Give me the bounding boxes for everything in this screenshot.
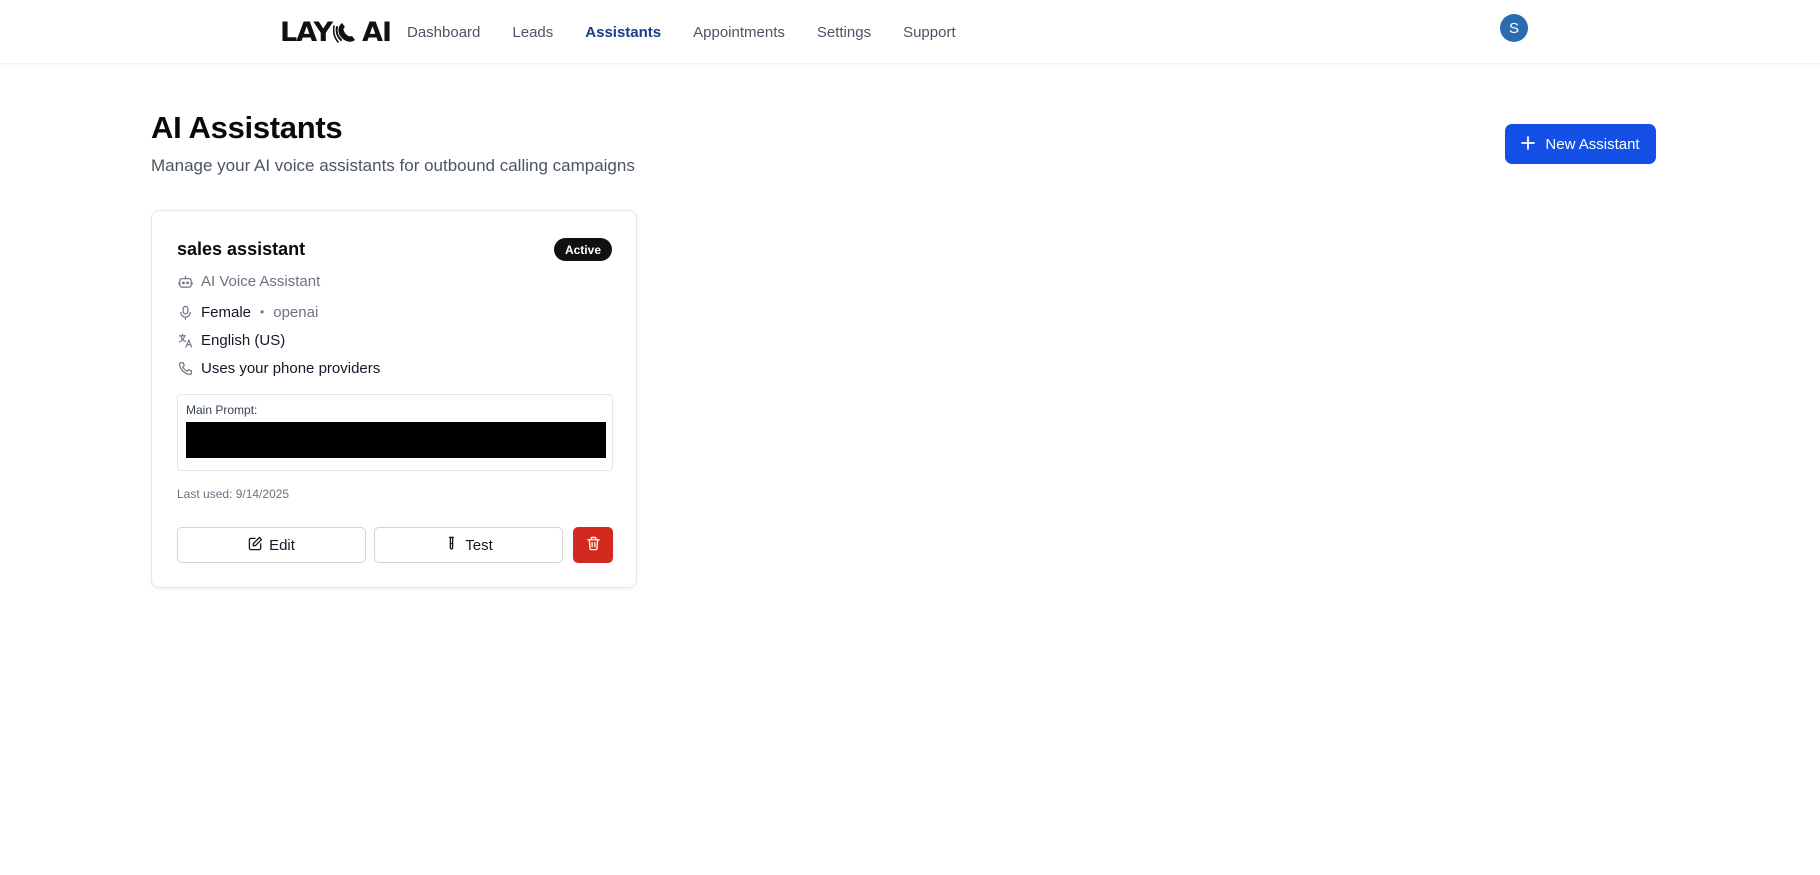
voice-provider: openai xyxy=(273,303,319,321)
edit-button[interactable]: Edit xyxy=(177,527,366,563)
microphone-icon xyxy=(177,304,193,320)
phone-row: Uses your phone providers xyxy=(177,358,380,378)
pencil-square-icon xyxy=(248,536,263,555)
voice-gender: Female xyxy=(201,303,252,321)
phone-providers: Uses your phone providers xyxy=(201,359,381,377)
main-prompt-redacted xyxy=(186,422,606,458)
nav-settings[interactable]: Settings xyxy=(817,24,871,41)
trash-icon xyxy=(586,536,601,554)
test-tube-icon xyxy=(444,536,459,555)
assistant-name: sales assistant xyxy=(177,239,306,259)
main-prompt-box: Main Prompt: xyxy=(177,394,613,471)
delete-button[interactable] xyxy=(573,527,613,563)
top-navigation: LAY AI Dashboard Leads Assistants Appoin… xyxy=(0,0,1820,64)
assistant-type-row: AI Voice Assistant xyxy=(177,271,320,291)
separator-dot: • xyxy=(260,305,265,319)
page-title: AI Assistants xyxy=(151,110,343,145)
user-avatar[interactable]: S xyxy=(1500,14,1528,42)
nav-support[interactable]: Support xyxy=(903,24,956,41)
test-label: Test xyxy=(465,536,493,554)
main-nav: Dashboard Leads Assistants Appointments … xyxy=(407,0,988,64)
main-prompt-label: Main Prompt: xyxy=(186,403,258,417)
assistant-card: sales assistant Active AI Voice Assistan… xyxy=(151,210,637,588)
edit-label: Edit xyxy=(269,536,295,554)
bot-icon xyxy=(177,273,193,289)
nav-leads[interactable]: Leads xyxy=(512,24,553,41)
nav-appointments[interactable]: Appointments xyxy=(693,24,785,41)
logo-text-left: LAY xyxy=(280,16,333,48)
assistant-type: AI Voice Assistant xyxy=(201,272,321,290)
status-badge: Active xyxy=(553,238,612,261)
voice-row: Female • openai xyxy=(177,302,318,322)
last-used: Last used: 9/14/2025 xyxy=(177,487,290,501)
logo-phone-icon xyxy=(333,23,356,43)
language-icon xyxy=(177,332,193,348)
new-assistant-label: New Assistant xyxy=(1545,135,1640,153)
new-assistant-button[interactable]: New Assistant xyxy=(1505,124,1656,164)
app-logo[interactable]: LAY AI xyxy=(280,16,392,48)
test-button[interactable]: Test xyxy=(374,527,563,563)
plus-icon xyxy=(1521,135,1536,154)
language-row: English (US) xyxy=(177,330,285,350)
phone-icon xyxy=(177,360,193,376)
nav-dashboard[interactable]: Dashboard xyxy=(407,24,480,41)
page-subtitle: Manage your AI voice assistants for outb… xyxy=(151,156,635,175)
language: English (US) xyxy=(201,331,286,349)
nav-assistants[interactable]: Assistants xyxy=(585,24,661,41)
logo-text-right: AI xyxy=(362,16,392,48)
